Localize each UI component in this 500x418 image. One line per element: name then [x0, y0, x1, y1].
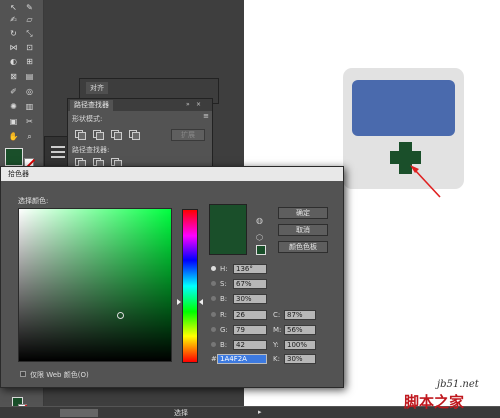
select-color-label: 选择颜色:: [18, 197, 49, 205]
hue-slider-right-handle[interactable]: [199, 299, 203, 305]
blue-row: B: 42: [211, 340, 271, 350]
black-row: K: 30%: [273, 354, 323, 364]
pathfinder-panel: 路径查找器 » × ≡ 形状模式: 扩展 路径查找器:: [67, 98, 213, 170]
hue-label: H:: [220, 265, 228, 273]
current-tool-label: 选择: [174, 409, 188, 417]
panel-header: 路径查找器 » ×: [68, 99, 212, 111]
blue-screen-shape: [352, 80, 455, 136]
hue-radio[interactable]: [211, 266, 216, 271]
hex-row: # 1A4F2A: [211, 354, 271, 364]
yellow-row: Y: 100%: [273, 340, 323, 350]
fill-color-swatch[interactable]: [5, 148, 23, 166]
hex-label: #: [211, 355, 217, 363]
web-safe-swatch[interactable]: [256, 245, 266, 255]
cyan-label: C:: [273, 311, 281, 319]
artboard-icon[interactable]: ▣: [8, 117, 19, 127]
magenta-row: M: 56%: [273, 325, 323, 335]
warp-icon[interactable]: ⊡: [24, 43, 35, 53]
pathfinders-label: 路径查找器:: [72, 146, 110, 154]
width-icon[interactable]: ⋈: [8, 43, 19, 53]
gradient-icon[interactable]: ▤: [24, 72, 35, 82]
unite-icon[interactable]: [74, 129, 86, 140]
yellow-label: Y:: [273, 341, 279, 349]
color-cursor[interactable]: [117, 312, 124, 319]
slice-icon[interactable]: ✂: [24, 117, 35, 127]
red-radio[interactable]: [211, 312, 216, 317]
blue-radio[interactable]: [211, 342, 216, 347]
blend-icon[interactable]: ◎: [24, 87, 35, 97]
green-radio[interactable]: [211, 327, 216, 332]
green-row: G: 79: [211, 325, 271, 335]
web-safe-icon[interactable]: ⬡: [256, 233, 265, 242]
magenta-label: M:: [273, 326, 282, 334]
tab-pathfinder[interactable]: 路径查找器: [70, 100, 113, 111]
ok-button[interactable]: 确定: [278, 207, 328, 219]
out-of-gamut-icon[interactable]: ◍: [256, 216, 265, 225]
minus-front-icon[interactable]: [92, 129, 104, 140]
hue-row: H: 136°: [211, 264, 271, 274]
watermark-site: jb51.net: [437, 379, 479, 390]
eyedropper-icon[interactable]: ✐: [8, 87, 19, 97]
red-row: R: 26: [211, 310, 271, 320]
saturation-label: S:: [220, 280, 227, 288]
brightness-field[interactable]: 30%: [233, 294, 267, 304]
cyan-field[interactable]: 87%: [284, 310, 316, 320]
hue-field[interactable]: 136°: [233, 264, 267, 274]
cancel-button[interactable]: 取消: [278, 224, 328, 236]
red-arrow-annotation: [410, 165, 441, 198]
saturation-brightness-field[interactable]: [18, 208, 172, 362]
exclude-icon[interactable]: [128, 129, 140, 140]
saturation-field[interactable]: 67%: [233, 279, 267, 289]
eraser-icon[interactable]: ▱: [24, 15, 35, 25]
graph-icon[interactable]: ▥: [24, 102, 35, 112]
close-icon[interactable]: ×: [196, 101, 204, 108]
brightness-radio[interactable]: [211, 296, 216, 301]
collapse-icon[interactable]: »: [186, 101, 194, 108]
brush-icon[interactable]: ✍: [8, 15, 19, 25]
black-label: K:: [273, 355, 280, 363]
expand-button[interactable]: 扩展: [171, 129, 205, 141]
zoom-icon[interactable]: ⌕: [24, 132, 35, 142]
blue-field[interactable]: 42: [233, 340, 267, 350]
rotate-icon[interactable]: ↻: [8, 29, 19, 39]
mesh-icon[interactable]: ⊠: [8, 72, 19, 82]
magenta-field[interactable]: 56%: [284, 325, 316, 335]
tab-align[interactable]: 对齐: [86, 82, 108, 94]
zoom-box[interactable]: [60, 409, 98, 417]
web-only-checkbox[interactable]: [20, 371, 26, 377]
dialog-title: 拾色器: [1, 167, 343, 181]
status-arrow-icon[interactable]: ▸: [258, 408, 262, 416]
blue-label: B:: [220, 341, 228, 349]
brightness-label: B:: [220, 295, 228, 303]
green-field[interactable]: 79: [233, 325, 267, 335]
web-only-label: 仅限 Web 颜色(O): [30, 371, 89, 379]
saturation-row: S: 67%: [211, 279, 271, 289]
color-picker-dialog: 拾色器 选择颜色: ◍ ⬡ 确定 取消 颜色色板 H: 136° S: 67% …: [0, 166, 344, 388]
hue-slider[interactable]: [182, 209, 198, 363]
shape-modes-label: 形状模式:: [72, 115, 103, 123]
panel-menu-icon[interactable]: ≡: [203, 112, 209, 120]
black-field[interactable]: 30%: [284, 354, 316, 364]
yellow-field[interactable]: 100%: [284, 340, 316, 350]
hand-icon[interactable]: ✋: [8, 132, 19, 142]
shape-builder-icon[interactable]: ◐: [8, 57, 19, 67]
direct-select-icon[interactable]: ↖: [8, 3, 19, 13]
scale-icon[interactable]: ⤡: [24, 29, 35, 39]
watermark-name: 脚本之家: [404, 393, 465, 411]
brightness-row: B: 30%: [211, 294, 271, 304]
hue-slider-left-handle[interactable]: [177, 299, 181, 305]
cyan-row: C: 87%: [273, 310, 323, 320]
color-swatches-button[interactable]: 颜色色板: [278, 241, 328, 253]
red-field[interactable]: 26: [233, 310, 267, 320]
pen-icon[interactable]: ✎: [24, 3, 35, 13]
new-color-preview: [209, 204, 247, 255]
red-label: R:: [220, 311, 228, 319]
green-label: G:: [220, 326, 228, 334]
hex-field[interactable]: 1A4F2A: [217, 354, 267, 364]
saturation-radio[interactable]: [211, 281, 216, 286]
symbol-sprayer-icon[interactable]: ✺: [8, 102, 19, 112]
perspective-icon[interactable]: ⊞: [24, 57, 35, 67]
intersect-icon[interactable]: [110, 129, 122, 140]
